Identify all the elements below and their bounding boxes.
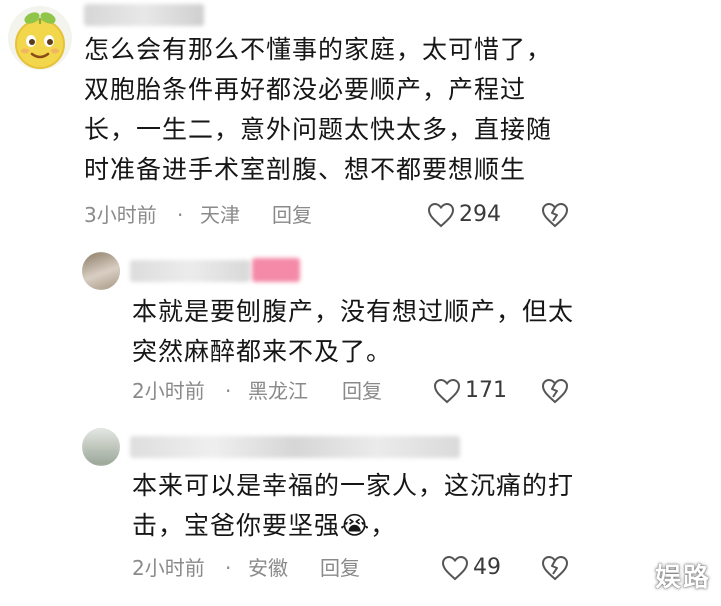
dislike-button[interactable] — [541, 554, 569, 582]
avatar[interactable] — [82, 252, 120, 290]
like-count: 294 — [459, 202, 501, 227]
meta-separator: · — [177, 203, 184, 227]
comment-line: 本来可以是幸福的一家人，这沉痛的打 — [132, 471, 575, 500]
comment-line: 怎么会有那么不懂事的家庭，太可惜了， — [84, 35, 553, 64]
comment-meta: 2小时前 · 黑龙江 回复 — [132, 377, 412, 405]
location: 天津 — [200, 203, 240, 227]
dislike-button[interactable] — [541, 377, 569, 405]
like-button[interactable]: 171 — [433, 376, 513, 406]
avatar[interactable] — [8, 6, 72, 70]
comment-text: 本就是要刨腹产，没有想过顺产，但太 突然麻醉都来不及了。 — [132, 292, 574, 372]
location: 安徽 — [248, 556, 288, 580]
reply-button[interactable]: 回复 — [342, 377, 382, 405]
comment-text: 怎么会有那么不懂事的家庭，太可惜了， 双胞胎条件再好都没必要顺产，产程过 长，一… — [84, 30, 552, 190]
comment-line: 本就是要刨腹产，没有想过顺产，但太 — [132, 297, 575, 326]
like-count: 171 — [465, 378, 507, 403]
meta-separator: · — [225, 379, 232, 403]
broken-heart-icon — [541, 555, 569, 581]
like-button[interactable]: 294 — [427, 200, 507, 230]
heart-outline-icon — [427, 202, 455, 228]
reply-button[interactable]: 回复 — [320, 554, 360, 582]
comment-line: 时准备进手术室剖腹、想不都要想顺生 — [84, 155, 527, 184]
username-blurred[interactable] — [84, 4, 204, 26]
like-button[interactable]: 49 — [441, 553, 511, 583]
comment-line: 双胞胎条件再好都没必要顺产，产程过 — [84, 75, 527, 104]
comment-line: 长，一生二，意外问题太快太多，直接随 — [84, 115, 553, 144]
timestamp: 2小时前 — [132, 556, 205, 580]
comment-line: 击，宝爸你要坚强😭， — [132, 511, 397, 540]
timestamp: 3小时前 — [84, 203, 157, 227]
reply-button[interactable]: 回复 — [272, 201, 312, 229]
meta-separator: · — [225, 556, 232, 580]
comment-line: 突然麻醉都来不及了。 — [132, 337, 393, 366]
smiley-sprout-avatar-icon — [15, 12, 65, 69]
timestamp: 2小时前 — [132, 379, 205, 403]
avatar-image — [82, 428, 120, 466]
username-blurred[interactable] — [130, 436, 460, 458]
broken-heart-icon — [541, 202, 569, 228]
like-count: 49 — [473, 555, 501, 580]
dislike-button[interactable] — [541, 201, 569, 229]
username-blurred[interactable] — [130, 260, 250, 282]
broken-heart-icon — [541, 378, 569, 404]
badge-blurred — [252, 258, 300, 282]
location: 黑龙江 — [248, 379, 308, 403]
heart-outline-icon — [441, 555, 469, 581]
comment-meta: 2小时前 · 安徽 回复 — [132, 554, 392, 582]
heart-outline-icon — [433, 378, 461, 404]
comment-meta: 3小时前 · 天津 回复 — [84, 201, 344, 229]
comment-text: 本来可以是幸福的一家人，这沉痛的打 击，宝爸你要坚强😭， — [132, 466, 574, 546]
watermark: 娱路 — [654, 563, 711, 593]
avatar[interactable] — [82, 428, 120, 466]
avatar-image — [82, 252, 120, 290]
